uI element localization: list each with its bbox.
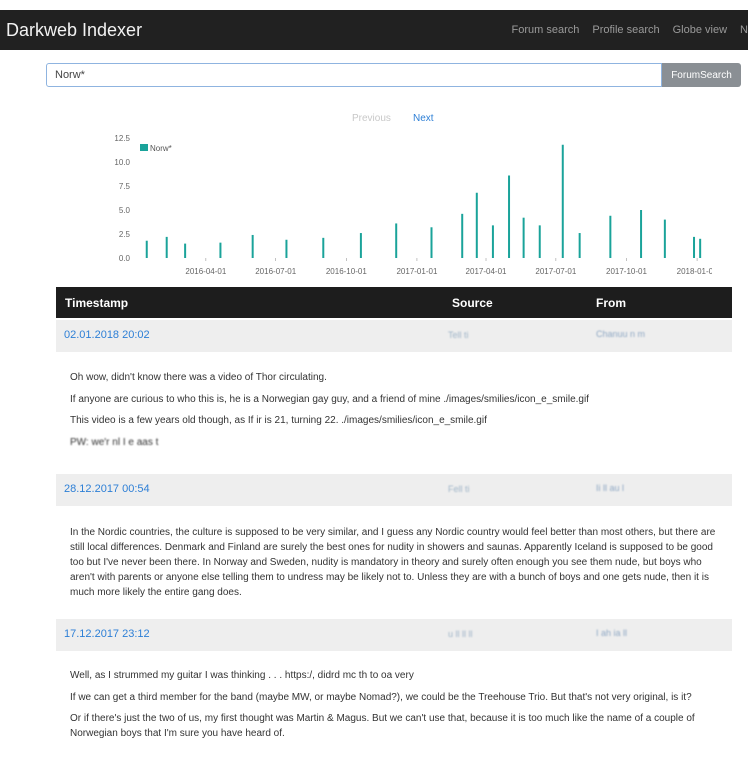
activity-chart: 0.0 2.5 5.0 7.5 10.0 12.5 2016-04-01 2016-07-01… bbox=[114, 134, 712, 276]
post-paragraph: Oh wow, didn't know there was a video of… bbox=[70, 372, 327, 383]
y-tick-label: 7.5 bbox=[119, 182, 131, 191]
col-source: Source bbox=[452, 296, 493, 310]
post-author[interactable]: I ah ia ll bbox=[596, 628, 627, 638]
post-source[interactable]: Fell ti bbox=[448, 484, 470, 494]
col-from: From bbox=[596, 296, 626, 310]
post-paragraph: In the Nordic countries, the culture is … bbox=[70, 527, 716, 598]
search-input[interactable] bbox=[46, 63, 662, 87]
post-row: 28.12.2017 00:54 Fell ti Ii ll au l bbox=[56, 474, 732, 506]
x-tick-label: 2016-04-01 bbox=[185, 267, 226, 276]
post-timestamp-link[interactable]: 28.12.2017 00:54 bbox=[64, 483, 150, 495]
legend-swatch bbox=[140, 144, 148, 151]
post-paragraph: If anyone are curious to who this is, he… bbox=[70, 393, 589, 405]
y-tick-label: 12.5 bbox=[114, 134, 130, 143]
legend-label: Norw* bbox=[150, 144, 172, 153]
y-tick-label: 0.0 bbox=[119, 254, 131, 263]
post-body: In the Nordic countries, the culture is … bbox=[70, 525, 720, 600]
post-body: Oh wow, didn't know there was a video of… bbox=[70, 371, 720, 457]
post-row: 02.01.2018 20:02 Tell ti Chanuu n m bbox=[56, 320, 732, 352]
x-tick-label: 2018-01-01 bbox=[677, 267, 712, 276]
post-timestamp-link[interactable]: 02.01.2018 20:02 bbox=[64, 329, 150, 341]
col-timestamp: Timestamp bbox=[65, 296, 129, 310]
navbar: Darkweb Indexer Forum search Profile sea… bbox=[0, 10, 748, 50]
post-author[interactable]: Chanuu n m bbox=[596, 329, 645, 339]
x-tick-label: 2017-04-01 bbox=[466, 267, 507, 276]
x-tick-label: 2016-10-01 bbox=[326, 267, 367, 276]
post-paragraph: PW: we'r nl I e aas t bbox=[70, 436, 159, 448]
nav-globe-view[interactable]: Globe view bbox=[673, 24, 727, 36]
table-header: Timestamp Source From bbox=[56, 287, 732, 318]
post-author[interactable]: Ii ll au l bbox=[596, 483, 624, 493]
next-link[interactable]: Next bbox=[413, 113, 434, 124]
x-tick-label: 2017-10-01 bbox=[606, 267, 647, 276]
previous-link: Previous bbox=[352, 113, 391, 124]
post-row: 17.12.2017 23:12 u ll ll ll I ah ia ll bbox=[56, 619, 732, 651]
post-source[interactable]: Tell ti bbox=[448, 330, 469, 340]
nav-more[interactable]: N bbox=[740, 24, 748, 36]
forum-search-button[interactable]: ForumSearch bbox=[662, 63, 741, 87]
x-tick-label: 2017-07-01 bbox=[535, 267, 576, 276]
post-paragraph: If we can get a third member for the ban… bbox=[70, 691, 692, 703]
post-paragraph: This video is a few years old though, as… bbox=[70, 415, 487, 426]
brand-title[interactable]: Darkweb Indexer bbox=[6, 20, 142, 41]
x-tick-label: 2016-07-01 bbox=[255, 267, 296, 276]
post-timestamp-link[interactable]: 17.12.2017 23:12 bbox=[64, 628, 150, 640]
nav-profile-search[interactable]: Profile search bbox=[592, 24, 659, 36]
nav-links: Forum search Profile search Globe view N bbox=[512, 24, 748, 36]
post-paragraph: Or if there's just the two of us, my fir… bbox=[70, 713, 695, 739]
y-tick-label: 5.0 bbox=[119, 206, 131, 215]
post-source[interactable]: u ll ll ll bbox=[448, 629, 473, 639]
y-tick-label: 2.5 bbox=[119, 230, 131, 239]
x-tick-label: 2017-01-01 bbox=[396, 267, 437, 276]
post-body: Well, as I strummed my guitar I was thin… bbox=[70, 669, 720, 748]
y-tick-label: 10.0 bbox=[114, 158, 130, 167]
post-paragraph: Well, as I strummed my guitar I was thin… bbox=[70, 670, 414, 681]
nav-forum-search[interactable]: Forum search bbox=[512, 24, 580, 36]
